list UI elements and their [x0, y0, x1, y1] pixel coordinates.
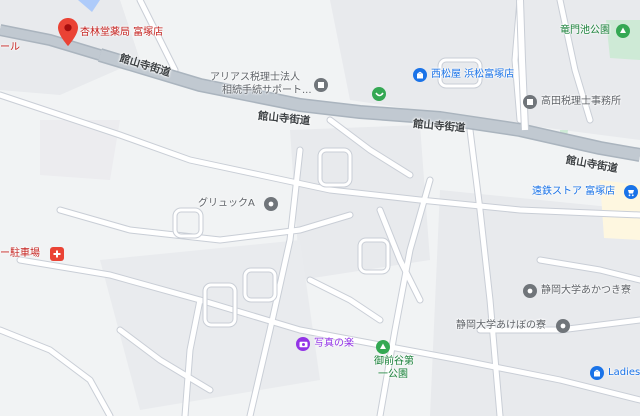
poi-label: 静岡大学あかつき寮 — [541, 285, 631, 296]
poi-label: ー駐車場 — [0, 248, 40, 259]
building-icon — [556, 319, 570, 333]
poi-label: 杏林堂薬局 富塚店 — [80, 27, 164, 38]
building-icon — [264, 197, 278, 211]
office-icon — [314, 78, 328, 92]
poi-label: Ladies — [608, 367, 640, 378]
camera-icon — [296, 337, 310, 351]
poi-label: 一公園 — [378, 369, 408, 380]
office-icon — [523, 95, 537, 109]
poi-label: 相続手続サポート... — [222, 85, 312, 96]
poi-label: 遠鉄ストア 富塚店 — [532, 186, 616, 197]
park-icon — [616, 24, 630, 38]
poi-label: 静岡大学あけぼの寮 — [456, 320, 546, 331]
poi-label: アリアス税理士法人 — [210, 72, 300, 83]
poi-label-cut-off: ール — [0, 42, 20, 53]
shopping-bag-icon — [590, 366, 604, 380]
restaurant-icon — [374, 92, 384, 96]
poi-label: 高田税理士事務所 — [541, 96, 621, 107]
hospital-icon — [50, 247, 64, 261]
shopping-bag-icon — [413, 68, 427, 82]
poi-label: 西松屋 浜松富塚店 — [431, 69, 515, 80]
poi-label: 写真の楽 — [314, 338, 354, 349]
shopping-cart-icon — [624, 185, 638, 199]
building-icon — [523, 284, 537, 298]
poi-label: 竜門池公園 — [560, 25, 610, 36]
map-base-layer — [0, 0, 640, 416]
map-canvas[interactable]: 館山寺街道 館山寺街道 館山寺街道 館山寺街道 杏林堂薬局 富塚店 アリアス税理… — [0, 0, 640, 416]
map-pin-icon — [58, 18, 78, 46]
poi-restaurant[interactable] — [372, 87, 386, 101]
park-icon — [376, 340, 390, 354]
poi-label: グリュックA — [198, 198, 255, 209]
poi-label: 御前谷第 — [374, 356, 414, 367]
